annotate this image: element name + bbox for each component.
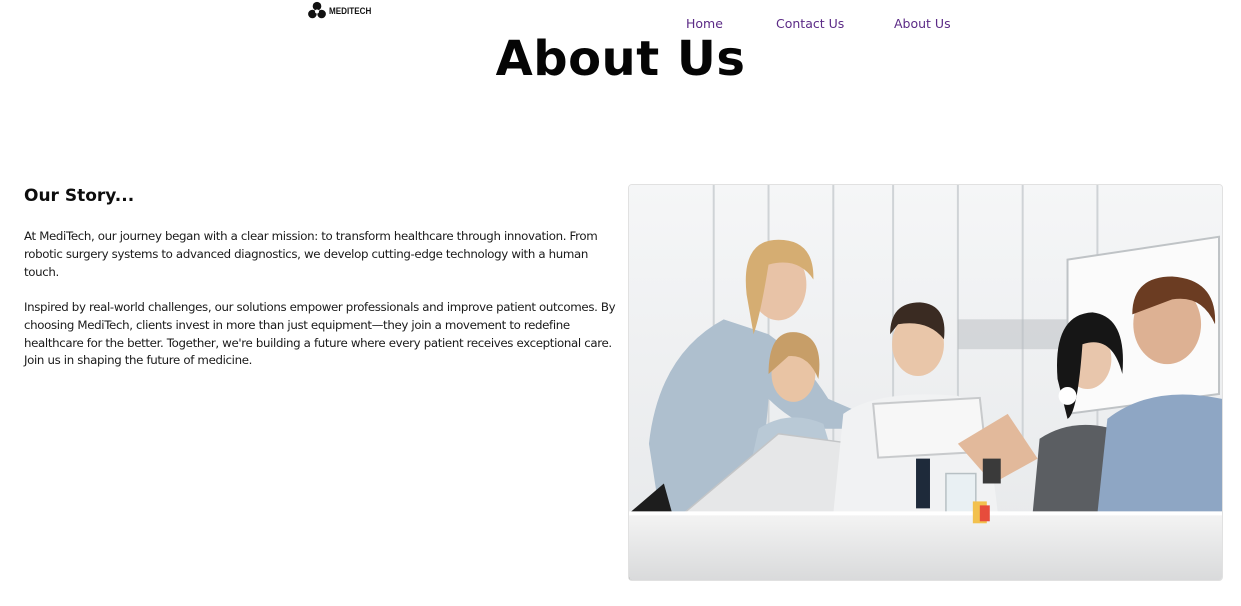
nav-about-us[interactable]: About Us bbox=[894, 16, 951, 31]
story-heading: Our Story... bbox=[24, 186, 135, 206]
nav-home[interactable]: Home bbox=[686, 16, 723, 31]
nav-contact-us[interactable]: Contact Us bbox=[776, 16, 844, 31]
team-meeting-photo bbox=[628, 184, 1223, 581]
story-paragraph-2: Inspired by real-world challenges, our s… bbox=[24, 300, 616, 368]
story-paragraph-1: At MediTech, our journey began with a cl… bbox=[24, 229, 598, 279]
brand-name: MEDITECH bbox=[329, 6, 372, 16]
page-title: About Us bbox=[495, 31, 746, 87]
